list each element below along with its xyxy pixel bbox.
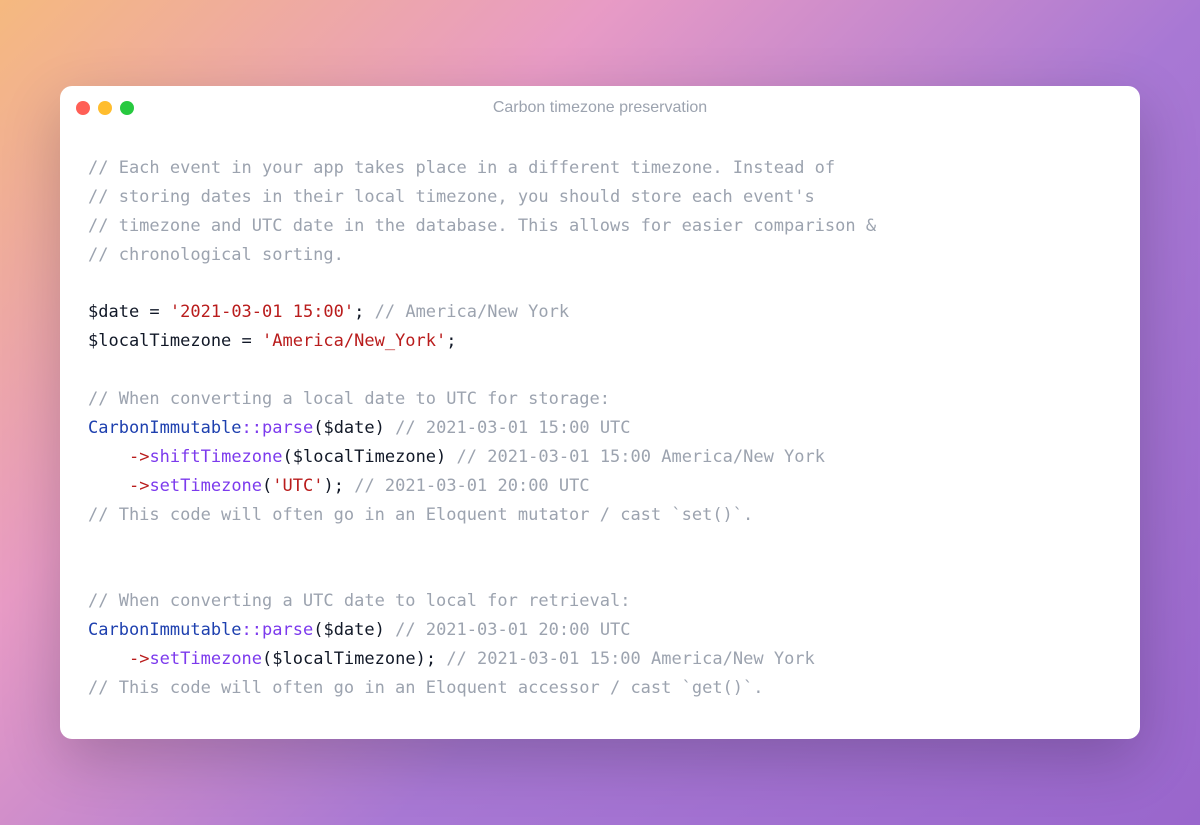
code-comment: // 2021-03-01 15:00 America/New York [446,447,825,467]
code-comment: // 2021-03-01 15:00 UTC [385,418,631,438]
code-variable: $date [88,302,139,322]
code-comment: // This code will often go in an Eloquen… [88,505,753,525]
code-comment: // storing dates in their local timezone… [88,187,815,207]
code-function: shiftTimezone [149,447,282,467]
code-arrow: -> [129,476,149,496]
code-area[interactable]: // Each event in your app takes place in… [60,130,1140,739]
code-string: 'America/New_York' [262,331,446,351]
code-scope: :: [242,418,262,438]
code-window: Carbon timezone preservation // Each eve… [60,86,1140,739]
code-punct: ; [426,649,436,669]
code-class: CarbonImmutable [88,418,242,438]
code-class: CarbonImmutable [88,620,242,640]
traffic-lights [76,101,134,115]
code-punct: ) [375,418,385,438]
code-variable: $date [323,620,374,640]
code-arrow: -> [129,447,149,467]
code-comment: // When converting a UTC date to local f… [88,591,630,611]
code-function: setTimezone [149,649,262,669]
code-string: '2021-03-01 15:00' [170,302,354,322]
maximize-icon[interactable] [120,101,134,115]
code-indent [88,649,129,669]
code-punct: ( [313,620,323,640]
code-punct: ( [262,649,272,669]
code-comment: // timezone and UTC date in the database… [88,216,876,236]
code-operator: = [231,331,262,351]
code-punct: ; [334,476,344,496]
code-function: parse [262,418,313,438]
code-operator: = [139,302,170,322]
code-comment: // Each event in your app takes place in… [88,158,835,178]
minimize-icon[interactable] [98,101,112,115]
close-icon[interactable] [76,101,90,115]
code-comment: // 2021-03-01 15:00 America/New York [436,649,815,669]
code-comment: // chronological sorting. [88,245,344,265]
code-comment: // 2021-03-01 20:00 UTC [344,476,590,496]
code-variable: $date [323,418,374,438]
titlebar: Carbon timezone preservation [60,86,1140,130]
code-comment: // When converting a local date to UTC f… [88,389,610,409]
window-title: Carbon timezone preservation [60,99,1140,117]
code-variable: $localTimezone [293,447,436,467]
code-comment: // America/New York [364,302,569,322]
code-punct: ) [323,476,333,496]
code-indent [88,476,129,496]
code-scope: :: [242,620,262,640]
code-punct: ( [283,447,293,467]
code-punct: ) [416,649,426,669]
code-punct: ) [436,447,446,467]
code-punct: ; [446,331,456,351]
code-variable: $localTimezone [272,649,415,669]
code-arrow: -> [129,649,149,669]
code-punct: ) [375,620,385,640]
code-punct: ( [262,476,272,496]
code-function: parse [262,620,313,640]
code-punct: ; [354,302,364,322]
code-comment: // 2021-03-01 20:00 UTC [385,620,631,640]
code-indent [88,447,129,467]
code-punct: ( [313,418,323,438]
code-function: setTimezone [149,476,262,496]
code-string: 'UTC' [272,476,323,496]
code-variable: $localTimezone [88,331,231,351]
code-comment: // This code will often go in an Eloquen… [88,678,764,698]
